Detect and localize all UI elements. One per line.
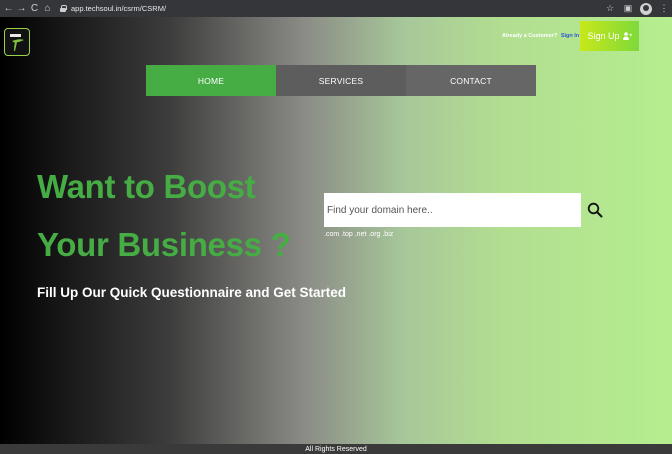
- hero-subheadline: Fill Up Our Quick Questionnaire and Get …: [37, 285, 347, 300]
- sign-in-link[interactable]: Sign In: [561, 33, 579, 39]
- footer-text: All Rights Reserved: [305, 445, 367, 453]
- page-content: Already a Customer? Sign In Sign Up HOME…: [0, 17, 672, 444]
- menu-icon[interactable]: ⋮: [658, 3, 670, 14]
- tld-list: .com .top .net .org .biz: [324, 231, 394, 238]
- hero-headline: Want to Boost Your Business ?: [37, 158, 317, 274]
- reload-icon[interactable]: C: [28, 0, 41, 17]
- nav-item-contact[interactable]: CONTACT: [406, 65, 536, 96]
- add-user-icon: [622, 32, 632, 40]
- home-icon[interactable]: ⌂: [41, 0, 54, 17]
- sign-up-button[interactable]: Sign Up: [580, 21, 639, 51]
- footer: All Rights Reserved: [0, 444, 672, 454]
- nav-item-home[interactable]: HOME: [146, 65, 276, 96]
- forward-icon[interactable]: →: [15, 0, 28, 17]
- star-icon[interactable]: ☆: [604, 3, 616, 14]
- techsoul-logo-icon[interactable]: [4, 28, 30, 56]
- profile-icon[interactable]: [640, 2, 652, 15]
- back-icon[interactable]: ←: [2, 0, 15, 17]
- address-bar[interactable]: app.techsoul.in/csrm/CSRM/: [60, 0, 166, 17]
- hero-headline-line2: Your Business ?: [37, 226, 291, 263]
- url-text: app.techsoul.in/csrm/CSRM/: [71, 4, 167, 13]
- browser-toolbar: ← → C ⌂ app.techsoul.in/csrm/CSRM/ ☆ ▣ ⋮: [0, 0, 672, 17]
- hero-headline-line1: Want to Boost: [37, 168, 256, 205]
- lock-icon: [60, 5, 67, 12]
- main-nav: HOME SERVICES CONTACT: [146, 65, 536, 96]
- already-customer-label: Already a Customer?: [502, 33, 558, 39]
- sign-up-label: Sign Up: [587, 31, 620, 41]
- search-icon[interactable]: [587, 202, 603, 218]
- already-customer-text: Already a Customer? Sign In: [502, 33, 579, 39]
- domain-search-input[interactable]: [324, 193, 581, 227]
- nav-item-services[interactable]: SERVICES: [276, 65, 406, 96]
- extension-icon[interactable]: ▣: [622, 3, 634, 14]
